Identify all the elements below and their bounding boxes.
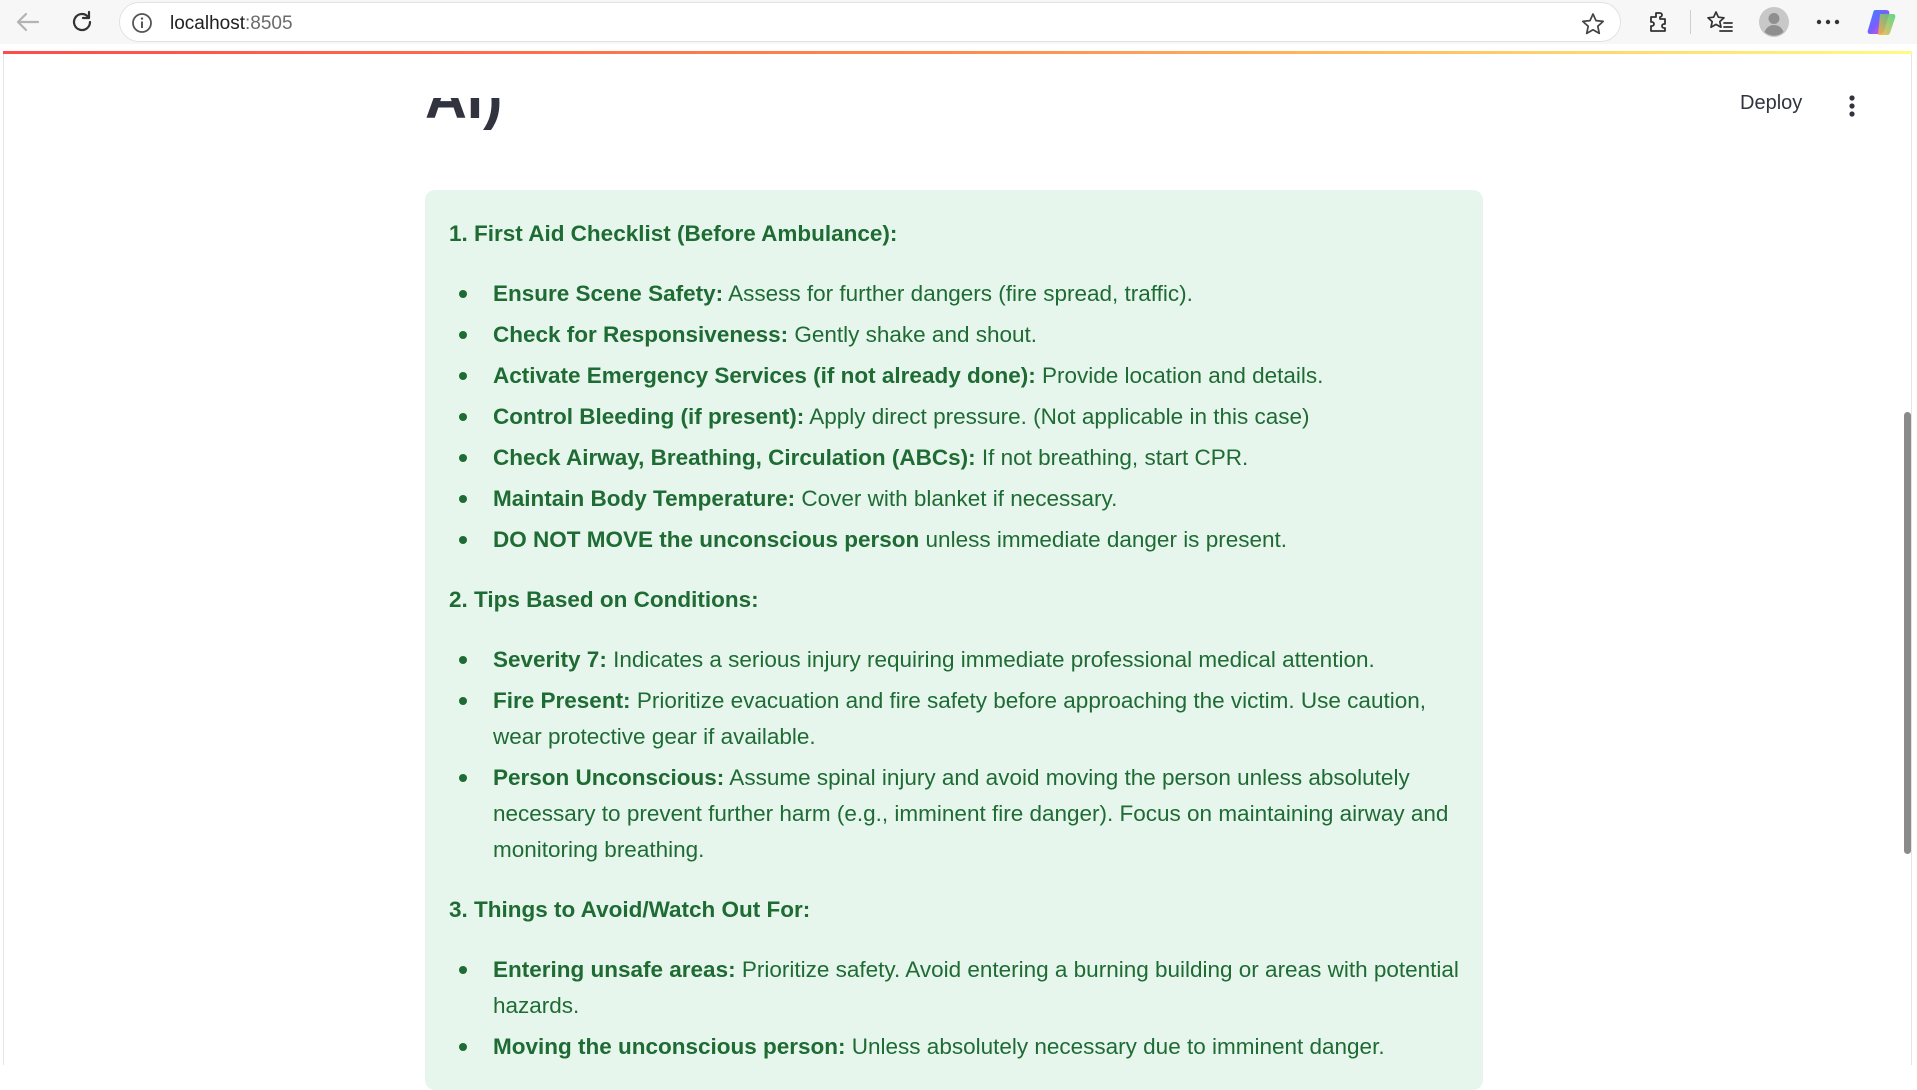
scrollbar-thumb[interactable] (1904, 412, 1911, 854)
item-text: unless immediate danger is present. (919, 527, 1287, 552)
list-item: Check for Responsiveness: Gently shake a… (459, 317, 1459, 353)
item-text: Prioritize evacuation and fire safety be… (493, 688, 1426, 749)
section-title: 3. Things to Avoid/Watch Out For: (449, 897, 811, 922)
page-heading-text: AI) (425, 98, 503, 131)
list-item: DO NOT MOVE the unconscious person unles… (459, 522, 1459, 558)
item-label: Activate Emergency Services (if not alre… (493, 363, 1036, 388)
reload-icon[interactable] (64, 6, 100, 38)
url-host: localhost (170, 13, 245, 34)
item-label: Control Bleeding (if present): (493, 404, 805, 429)
list-item: Ensure Scene Safety: Assess for further … (459, 276, 1459, 312)
first-aid-result-box: 1. First Aid Checklist (Before Ambulance… (425, 190, 1483, 1090)
favorites-icon[interactable] (1702, 6, 1738, 38)
item-label: DO NOT MOVE the unconscious person (493, 527, 920, 552)
browser-toolbar: localhost:8505 (0, 0, 1917, 44)
info-icon[interactable] (131, 12, 153, 39)
list-item: Person Unconscious: Assume spinal injury… (459, 760, 1459, 868)
toolbar-divider (1690, 10, 1691, 34)
list-item: Maintain Body Temperature: Cover with bl… (459, 481, 1459, 517)
item-text: Cover with blanket if necessary. (795, 486, 1118, 511)
url-port: :8505 (245, 13, 293, 34)
item-text: If not breathing, start CPR. (975, 445, 1249, 470)
item-label: Ensure Scene Safety: (493, 281, 724, 306)
url-text[interactable]: localhost:8505 (170, 13, 293, 35)
header-decoration (3, 51, 1912, 54)
item-text: Provide location and details. (1035, 363, 1324, 388)
section-list: Entering unsafe areas: Prioritize safety… (449, 952, 1459, 1065)
copilot-icon[interactable] (1864, 6, 1900, 38)
list-item: Moving the unconscious person: Unless ab… (459, 1029, 1459, 1065)
item-text: Unless absolutely necessary due to immin… (845, 1034, 1385, 1059)
section-list: Severity 7: Indicates a serious injury r… (449, 642, 1459, 868)
item-label: Moving the unconscious person: (493, 1034, 846, 1059)
item-label: Check for Responsiveness: (493, 322, 789, 347)
star-icon[interactable] (1580, 11, 1606, 42)
list-item: Severity 7: Indicates a serious injury r… (459, 642, 1459, 678)
address-bar[interactable]: localhost:8505 (119, 2, 1621, 42)
avatar-icon[interactable] (1756, 6, 1792, 38)
item-label: Person Unconscious: (493, 765, 725, 790)
item-text: Assess for further dangers (fire spread,… (723, 281, 1193, 306)
more-dots-icon[interactable] (1810, 6, 1846, 38)
list-item: Check Airway, Breathing, Circulation (AB… (459, 440, 1459, 476)
item-text: Gently shake and shout. (788, 322, 1038, 347)
item-text: Indicates a serious injury requiring imm… (606, 647, 1375, 672)
list-item: Entering unsafe areas: Prioritize safety… (459, 952, 1459, 1024)
item-text: Apply direct pressure. (Not applicable i… (804, 404, 1310, 429)
section-title: 1. First Aid Checklist (Before Ambulance… (449, 221, 898, 246)
kebab-menu-icon[interactable] (1840, 92, 1864, 120)
puzzle-icon[interactable] (1641, 6, 1677, 38)
page-heading: AI) (425, 98, 502, 154)
back-arrow-icon[interactable] (9, 6, 45, 38)
list-item: Fire Present: Prioritize evacuation and … (459, 683, 1459, 755)
item-label: Fire Present: (493, 688, 631, 713)
deploy-button[interactable]: Deploy (1740, 92, 1802, 115)
section-title: 2. Tips Based on Conditions: (449, 587, 759, 612)
item-label: Entering unsafe areas: (493, 957, 736, 982)
item-label: Check Airway, Breathing, Circulation (AB… (493, 445, 976, 470)
item-label: Severity 7: (493, 647, 607, 672)
list-item: Activate Emergency Services (if not alre… (459, 358, 1459, 394)
item-label: Maintain Body Temperature: (493, 486, 796, 511)
list-item: Control Bleeding (if present): Apply dir… (459, 399, 1459, 435)
section-list: Ensure Scene Safety: Assess for further … (449, 276, 1459, 558)
